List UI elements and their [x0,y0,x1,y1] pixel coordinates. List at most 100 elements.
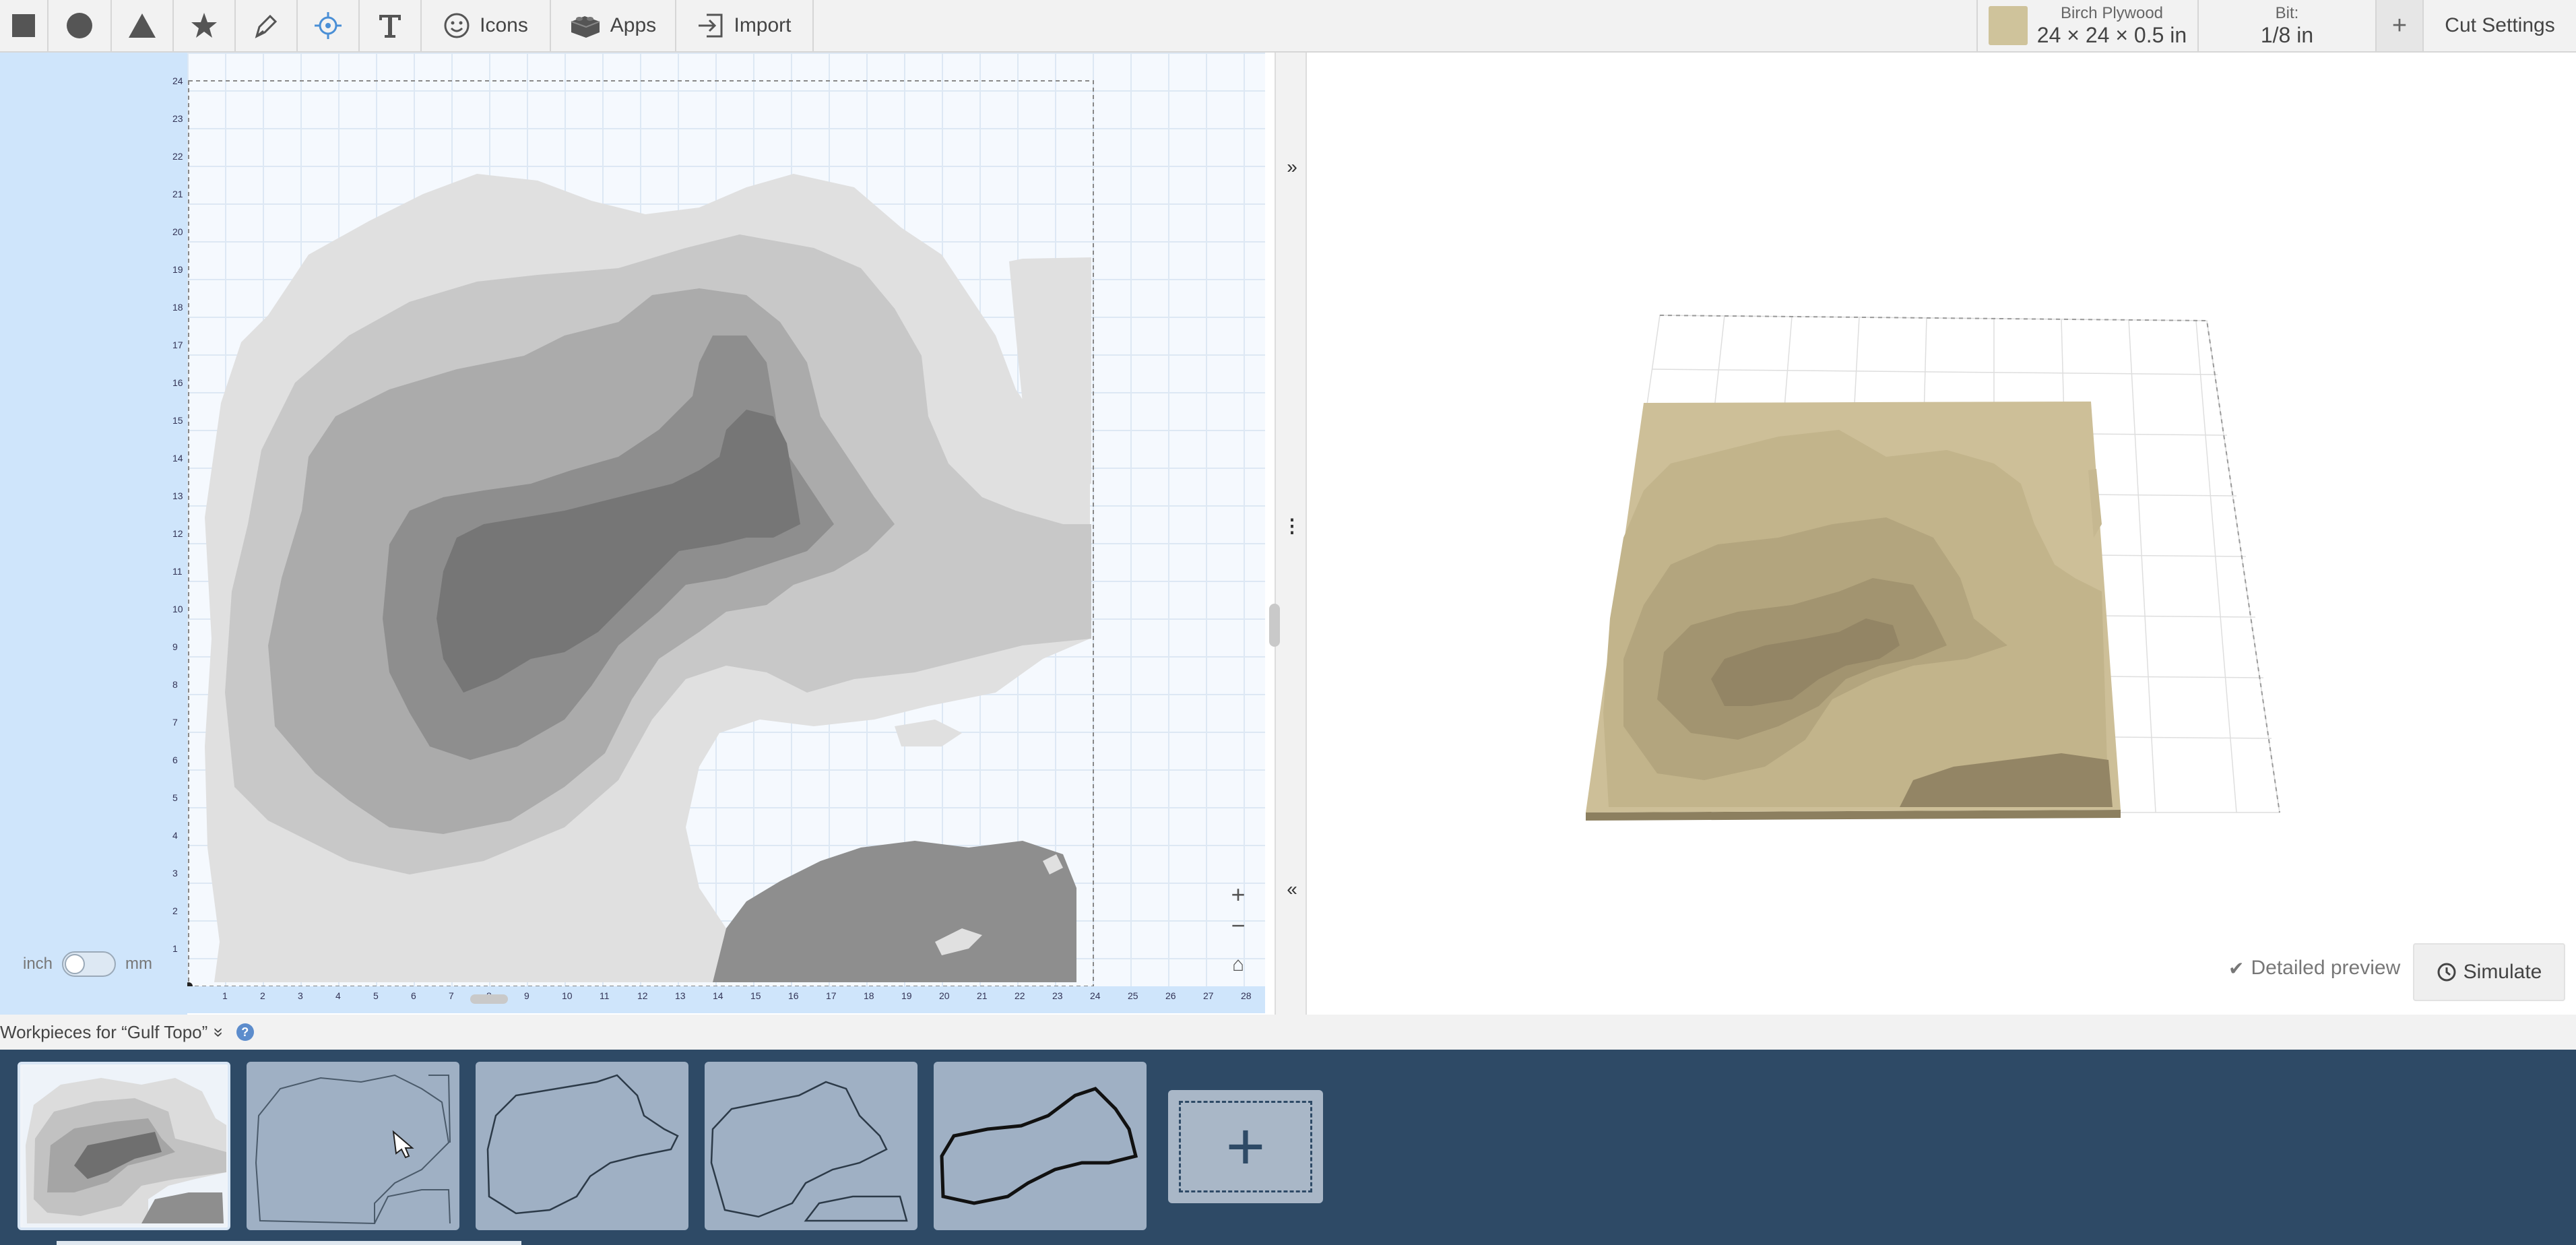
material-size: 24 × 24 × 0.5 in [2036,23,2187,47]
unit-toggle-group: inch mm [23,951,152,977]
unit-toggle[interactable] [62,951,117,977]
material-selector[interactable]: Birch Plywood 24 × 24 × 0.5 in [1976,0,2197,51]
smiley-icon [444,13,470,38]
add-workpiece-plus-icon: + [1179,1101,1312,1192]
3d-preview-scene[interactable] [1307,53,2576,1015]
bit-label: Bit: [2275,4,2299,22]
pen-icon [255,14,278,38]
ruler-tick-label: 8 [172,679,178,690]
workpieces-chevron-icon[interactable]: » [209,1027,230,1037]
ruler-tick-label: 24 [172,75,183,86]
splitter-menu-icon[interactable]: ⋮ [1280,515,1304,537]
horizontal-scroll-thumb[interactable] [470,994,508,1004]
ruler-tick-label: 10 [172,604,183,614]
point-tool[interactable] [298,0,360,51]
clock-icon [2437,963,2456,982]
horizontal-scrollbar[interactable] [187,994,1265,1004]
triangle-icon [129,13,156,38]
workpiece-preview [23,1067,226,1226]
design-canvas[interactable] [187,53,1265,989]
bit-selector[interactable]: Bit: 1/8 in [2197,0,2375,51]
ruler-tick-label: 12 [172,528,183,539]
circle-shape-tool[interactable] [49,0,112,51]
ruler-tick-label: 6 [172,755,178,765]
ruler-tick-label: 15 [172,415,183,426]
import-button[interactable]: Import [676,0,814,51]
ruler-tick-label: 2 [172,905,178,916]
workpiece-preview [486,1074,679,1215]
apps-block-icon [571,16,600,38]
collapse-left-icon[interactable]: « [1280,879,1304,900]
ruler-tick-label: 14 [172,453,183,464]
triangle-shape-tool[interactable] [112,0,174,51]
simulate-label: Simulate [2463,961,2542,983]
import-label: Import [734,14,792,36]
vertical-ruler: 24 23 22 21 20 19 18 17 16 15 14 13 12 11 10 9 8 7 6 5 4 3 2 1 [168,53,187,989]
workpiece-preview [255,1074,451,1225]
star-icon [191,13,217,38]
toolbar: Icons Apps Import Birch Plywood 24 × 24 … [0,0,2576,53]
topo-island [895,720,962,746]
icons-label: Icons [480,14,528,36]
icons-button[interactable]: Icons [422,0,551,51]
canvas-sidebar-strip [0,53,187,1015]
workpiece-thumb-2[interactable] [247,1062,459,1230]
panel-splitter[interactable]: » ⋮ « [1275,53,1307,1015]
ruler-tick-label: 1 [172,943,178,954]
workpieces-title[interactable]: Workpieces for “Gulf Topo” [0,1022,207,1043]
bit-value: 1/8 in [2260,23,2314,47]
apps-label: Apps [610,14,657,36]
ruler-tick-label: 18 [172,302,183,313]
text-icon [379,15,401,38]
workpiece-thumb-4[interactable] [705,1062,917,1230]
unit-inch-label: inch [23,955,53,973]
star-shape-tool[interactable] [174,0,236,51]
add-bit-button[interactable]: + [2375,0,2422,51]
detailed-preview-toggle[interactable]: ✔ Detailed preview [2228,957,2400,980]
ruler-tick-label: 23 [172,113,183,124]
ruler-tick-label: 5 [172,792,178,803]
check-icon: ✔ [2228,957,2245,979]
vertical-scroll-thumb[interactable] [1269,604,1280,647]
help-icon[interactable]: ? [236,1023,254,1041]
detailed-preview-label: Detailed preview [2251,957,2401,979]
workpiece-thumb-3[interactable] [476,1062,688,1230]
workpiece-thumb-1[interactable] [18,1062,230,1230]
ruler-tick-label: 13 [172,490,183,501]
topo-design[interactable] [187,53,1265,989]
topo-peninsula[interactable] [713,841,1076,982]
ruler-tick-label: 16 [172,377,183,388]
ruler-tick-label: 21 [172,189,183,199]
add-workpiece-button[interactable]: + [1168,1090,1323,1203]
workpiece-preview [940,1087,1138,1205]
cut-settings-button[interactable]: Cut Settings [2422,0,2576,51]
toggle-knob [65,954,86,974]
ruler-tick-label: 3 [172,868,178,879]
collapse-right-icon[interactable]: » [1280,156,1304,178]
3d-preview[interactable] [1307,53,2576,1015]
import-icon [699,13,723,38]
pen-tool[interactable] [236,0,298,51]
text-tool[interactable] [360,0,422,51]
ruler-tick-label: 11 [172,566,183,577]
simulate-button[interactable]: Simulate [2413,943,2565,1001]
ruler-tick-label: 17 [172,340,183,350]
material-name: Birch Plywood [2060,4,2164,22]
ruler-tick-label: 7 [172,717,178,728]
crosshair-icon [315,12,342,39]
zoom-in-button[interactable]: + [1219,880,1257,909]
ruler-tick-label: 20 [172,226,183,237]
square-icon [12,14,35,37]
unit-mm-label: mm [125,955,153,973]
material-swatch [1988,6,2028,45]
workpiece-thumb-5[interactable] [934,1062,1147,1230]
square-shape-tool[interactable] [0,0,49,51]
cursor-hand-icon [392,1130,414,1159]
ruler-tick-label: 19 [172,264,183,275]
apps-button[interactable]: Apps [551,0,676,51]
zoom-out-button[interactable]: − [1219,911,1257,940]
home-view-button[interactable]: ⌂ [1219,950,1257,980]
ruler-tick-label: 22 [172,151,183,162]
workpieces-header: Workpieces for “Gulf Topo” » ? [0,1015,2576,1050]
circle-icon [67,13,92,38]
